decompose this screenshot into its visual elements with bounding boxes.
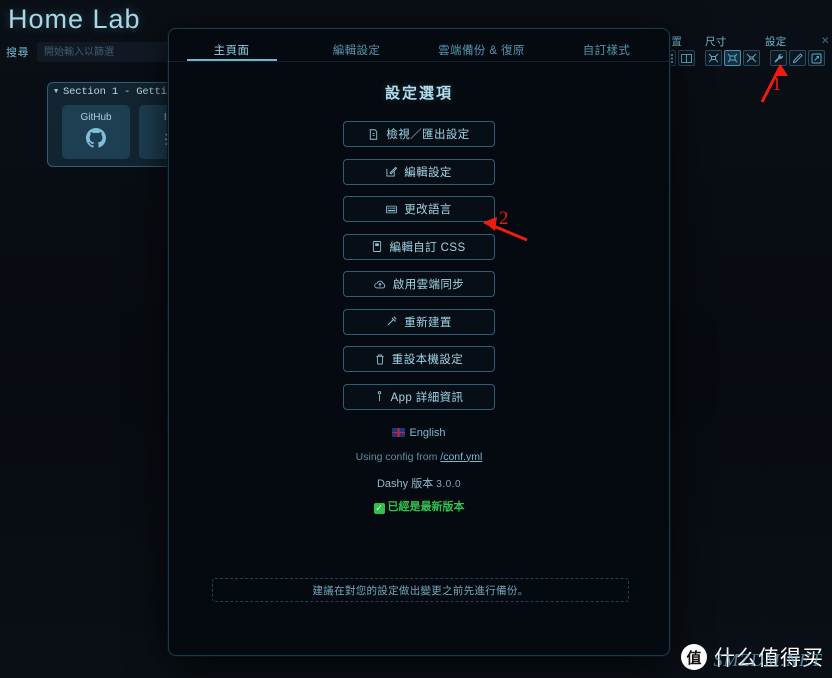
app-root: Home Lab 搜尋 版面配置 尺寸 設定 ✕ (0, 0, 832, 678)
cloud-icon (374, 280, 386, 289)
tab-main[interactable]: 主頁面 (169, 42, 294, 61)
size-large-icon[interactable] (743, 50, 760, 66)
annotation-number-1: 1 (772, 74, 782, 95)
watermark-overlay-text: SMZDM.NET (713, 650, 822, 670)
modal-tab-bar: 主頁面 編輯設定 雲端備份 & 復原 自訂樣式 (169, 29, 669, 62)
version-label: Dashy 版本 (376, 477, 434, 490)
backup-recommendation-note: 建議在對您的設定做出變更之前先進行備份。 (212, 578, 629, 602)
toolbar-label-size: 尺寸 (705, 35, 727, 48)
config-path-link[interactable]: /conf.yml (440, 451, 482, 463)
option-label: 重新建置 (404, 316, 452, 329)
toolbar-icon-group (659, 50, 825, 66)
option-label: 編輯自訂 CSS (389, 241, 466, 254)
info-icon (375, 391, 384, 402)
modal-body: 設定選項 檢視／匯出設定 編輯設定 更改語言 編輯自訂 CSS 啟用雲端同步 重… (169, 62, 669, 622)
css-icon (372, 241, 382, 252)
option-label: 重設本機設定 (391, 354, 464, 366)
pencil-icon[interactable] (789, 50, 806, 66)
tab-custom-styles[interactable]: 自訂樣式 (544, 42, 669, 61)
edit-square-icon (386, 166, 398, 177)
modal-meta: English Using config from /conf.yml Dash… (169, 427, 669, 514)
tab-edit-config[interactable]: 編輯設定 (294, 42, 419, 61)
view-export-config-button[interactable]: 檢視／匯出設定 (343, 121, 495, 147)
hammer-icon (386, 316, 397, 327)
update-status-label: 已經是最新版本 (387, 500, 465, 513)
document-icon (368, 128, 379, 140)
tile-github[interactable]: GitHub (62, 105, 130, 159)
trash-icon (375, 354, 385, 365)
app-info-button[interactable]: App 詳細資訊 (343, 383, 495, 410)
wrench-icon[interactable] (770, 50, 787, 66)
config-source-prefix: Using config from (355, 450, 441, 463)
section-card-title: Section 1 - Getting (63, 86, 179, 98)
watermark: 值 什么值得买 SMZDM.NET (681, 642, 824, 672)
current-language[interactable]: English (169, 427, 669, 439)
change-language-button[interactable]: 更改語言 (343, 196, 495, 222)
rebuild-button[interactable]: 重新建置 (343, 308, 495, 335)
config-modal: 主頁面 編輯設定 雲端備份 & 復原 自訂樣式 設定選項 檢視／匯出設定 編輯設… (168, 28, 670, 656)
export-icon[interactable] (808, 50, 825, 66)
watermark-logo-icon: 值 (681, 644, 707, 670)
edit-config-button[interactable]: 編輯設定 (343, 158, 495, 185)
toolbar-close-label[interactable]: ✕ (821, 35, 830, 47)
edit-custom-css-button[interactable]: 編輯自訂 CSS (343, 233, 495, 260)
language-label: English (409, 426, 446, 439)
annotation-number-2: 2 (499, 208, 509, 229)
search-input[interactable] (37, 42, 182, 62)
size-medium-icon[interactable] (724, 50, 741, 66)
option-label: 編輯設定 (404, 166, 452, 179)
layout-columns-icon[interactable] (678, 50, 695, 66)
option-label: 更改語言 (404, 204, 452, 216)
chevron-down-icon: ▼ (54, 88, 59, 96)
tile-label: GitHub (80, 111, 112, 123)
toolbar-label-config: 設定 (765, 35, 787, 48)
version-number: 3.0.0 (436, 478, 462, 490)
option-label: 檢視／匯出設定 (386, 129, 470, 141)
check-icon: ✓ (373, 502, 385, 514)
config-options-list: 檢視／匯出設定 編輯設定 更改語言 編輯自訂 CSS 啟用雲端同步 重新建置 重… (169, 121, 669, 410)
size-small-icon[interactable] (705, 50, 722, 66)
reset-local-settings-button[interactable]: 重設本機設定 (343, 346, 495, 372)
github-icon (86, 127, 106, 153)
enable-cloud-sync-button[interactable]: 啟用雲端同步 (343, 271, 495, 297)
app-version: Dashy 版本 3.0.0 (169, 475, 669, 491)
keyboard-icon (386, 205, 398, 214)
option-label: App 詳細資訊 (390, 391, 464, 404)
search-label: 搜尋 (6, 47, 29, 59)
tab-cloud-backup[interactable]: 雲端備份 & 復原 (419, 42, 544, 61)
section-heading: 設定選項 (384, 85, 453, 102)
update-status: ✓ 已經是最新版本 (169, 498, 669, 514)
config-source: Using config from /conf.yml (169, 451, 669, 463)
uk-flag-icon (392, 427, 406, 437)
page-title: Home Lab (8, 4, 141, 34)
option-label: 啟用雲端同步 (392, 279, 465, 291)
